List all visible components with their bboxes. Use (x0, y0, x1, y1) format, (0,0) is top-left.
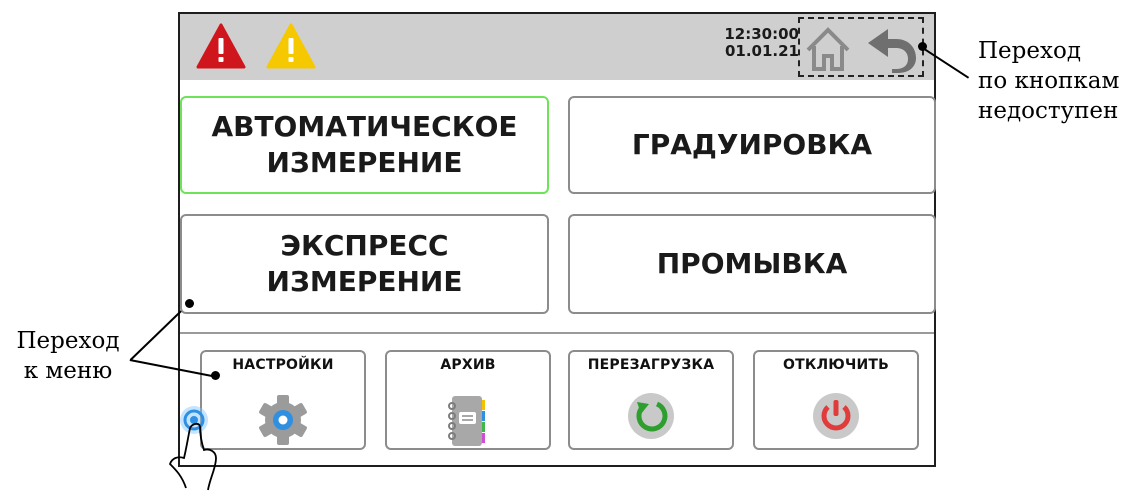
annotation-line-1: Переход (978, 38, 1081, 64)
reboot-label: ПЕРЕЗАГРУЗКА (587, 357, 715, 373)
express-measure-label: ЭКСПРЕСС ИЗМЕРЕНИЕ (266, 229, 463, 298)
gear-icon (257, 394, 309, 450)
archive-button[interactable]: АРХИВ (385, 350, 551, 450)
archive-label: АРХИВ (440, 357, 496, 373)
touch-hand-icon (160, 398, 230, 497)
annotation-dot-menu-top (185, 299, 194, 308)
annotation-line-menu-1 (130, 310, 182, 361)
calibration-label: ГРАДУИРОВКА (631, 128, 873, 161)
calibration-button[interactable]: ГРАДУИРОВКА (568, 96, 936, 194)
home-icon[interactable] (804, 26, 852, 72)
flush-button[interactable]: ПРОМЫВКА (568, 214, 936, 314)
clock: 12:30:00 01.01.21 (705, 26, 799, 60)
flush-label: ПРОМЫВКА (656, 247, 848, 280)
auto-measure-button[interactable]: АВТОМАТИЧЕСКОЕ ИЗМЕРЕНИЕ (180, 96, 549, 194)
status-bar: 12:30:00 01.01.21 (180, 14, 934, 80)
express-measure-button[interactable]: ЭКСПРЕСС ИЗМЕРЕНИЕ (180, 214, 549, 314)
annotation-nav-unavailable: Переход по кнопкам недоступен (978, 36, 1119, 126)
time-text: 12:30:00 (724, 25, 799, 43)
annotation-menu-transition: Переход к меню (8, 326, 128, 386)
refresh-icon (627, 392, 675, 444)
back-arrow-icon[interactable] (866, 25, 918, 73)
settings-label: НАСТРОЙКИ (232, 357, 334, 373)
annotation-menu-line-2: к меню (23, 358, 113, 384)
alarm-warning-icon[interactable] (196, 23, 246, 69)
notebook-icon (446, 394, 490, 452)
reboot-button[interactable]: ПЕРЕЗАГРУЗКА (568, 350, 734, 450)
nav-buttons-group (798, 17, 924, 77)
device-screen: 12:30:00 01.01.21 АВТОМАТИЧЕСКОЕ ИЗМЕРЕН… (178, 12, 936, 467)
warning-icon[interactable] (266, 23, 316, 69)
power-icon (812, 392, 860, 444)
divider (180, 332, 934, 334)
shutdown-label: ОТКЛЮЧИТЬ (782, 357, 889, 373)
annotation-line-2: по кнопкам (978, 68, 1120, 94)
auto-measure-label: АВТОМАТИЧЕСКОЕ ИЗМЕРЕНИЕ (211, 110, 518, 179)
annotation-menu-line-1: Переход (16, 328, 120, 354)
annotation-line-3: недоступен (978, 98, 1119, 124)
shutdown-button[interactable]: ОТКЛЮЧИТЬ (753, 350, 919, 450)
date-text: 01.01.21 (724, 42, 799, 60)
